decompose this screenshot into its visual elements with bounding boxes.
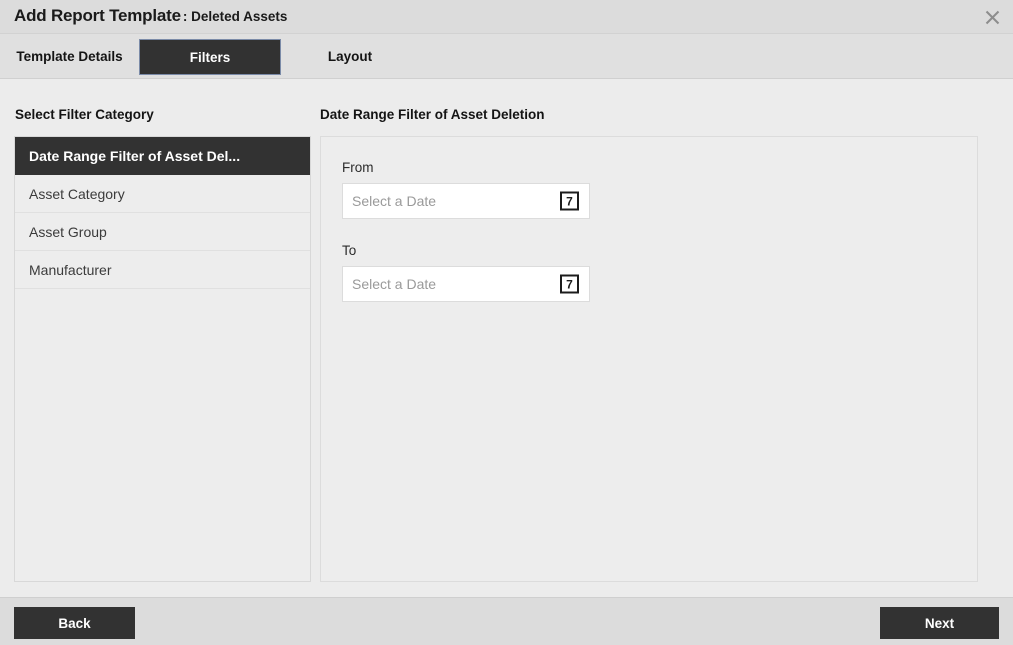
to-date-placeholder: Select a Date bbox=[352, 276, 437, 292]
calendar-icon[interactable]: 7 bbox=[560, 191, 579, 211]
window-titlebar: Add Report Template: Deleted Assets bbox=[0, 0, 1013, 34]
sidebar-item-manufacturer[interactable]: Manufacturer bbox=[15, 251, 310, 289]
sidebar-item-asset-group[interactable]: Asset Group bbox=[15, 213, 310, 251]
list-item-label: Manufacturer bbox=[29, 261, 112, 278]
to-date-field-group: To Select a Date 7 bbox=[342, 243, 590, 302]
tab-template-details[interactable]: Template Details bbox=[12, 34, 127, 79]
filter-detail-panel: From Select a Date 7 To Select a Date 7 bbox=[320, 136, 978, 582]
page-title: Add Report Template: Deleted Assets bbox=[14, 6, 287, 26]
sidebar-item-date-range-filter[interactable]: Date Range Filter of Asset Del... bbox=[15, 137, 310, 175]
tab-filters-label: Filters bbox=[189, 49, 231, 65]
tab-filters[interactable]: Filters bbox=[139, 39, 281, 75]
filter-category-heading: Select Filter Category bbox=[15, 107, 154, 122]
tab-bar: Template Details Filters Layout bbox=[0, 34, 1013, 79]
close-icon bbox=[985, 10, 1000, 25]
from-date-label: From bbox=[342, 160, 374, 175]
from-date-input[interactable]: Select a Date 7 bbox=[342, 183, 590, 219]
filter-panel-title: Date Range Filter of Asset Deletion bbox=[320, 107, 545, 122]
sidebar-item-asset-category[interactable]: Asset Category bbox=[15, 175, 310, 213]
dialog-footer: Back Next bbox=[0, 597, 1013, 645]
page-title-main: Add Report Template bbox=[14, 6, 181, 25]
tab-layout[interactable]: Layout bbox=[300, 34, 400, 79]
list-item-label: Asset Group bbox=[29, 223, 107, 240]
back-button-label: Back bbox=[58, 615, 91, 631]
filter-category-list: Date Range Filter of Asset Del... Asset … bbox=[14, 136, 311, 582]
next-button[interactable]: Next bbox=[880, 607, 999, 639]
next-button-label: Next bbox=[924, 615, 955, 631]
back-button[interactable]: Back bbox=[14, 607, 135, 639]
close-button[interactable] bbox=[979, 4, 1005, 30]
tab-template-details-label: Template Details bbox=[16, 49, 123, 64]
from-date-placeholder: Select a Date bbox=[352, 193, 437, 209]
from-date-field-group: From Select a Date 7 bbox=[342, 160, 590, 219]
calendar-icon[interactable]: 7 bbox=[560, 274, 579, 294]
to-date-input[interactable]: Select a Date 7 bbox=[342, 266, 590, 302]
tab-layout-label: Layout bbox=[327, 49, 373, 64]
page-title-subtitle: : Deleted Assets bbox=[182, 9, 288, 24]
list-item-label: Date Range Filter of Asset Del... bbox=[29, 147, 241, 164]
to-date-label: To bbox=[342, 243, 357, 258]
list-item-label: Asset Category bbox=[29, 185, 125, 202]
